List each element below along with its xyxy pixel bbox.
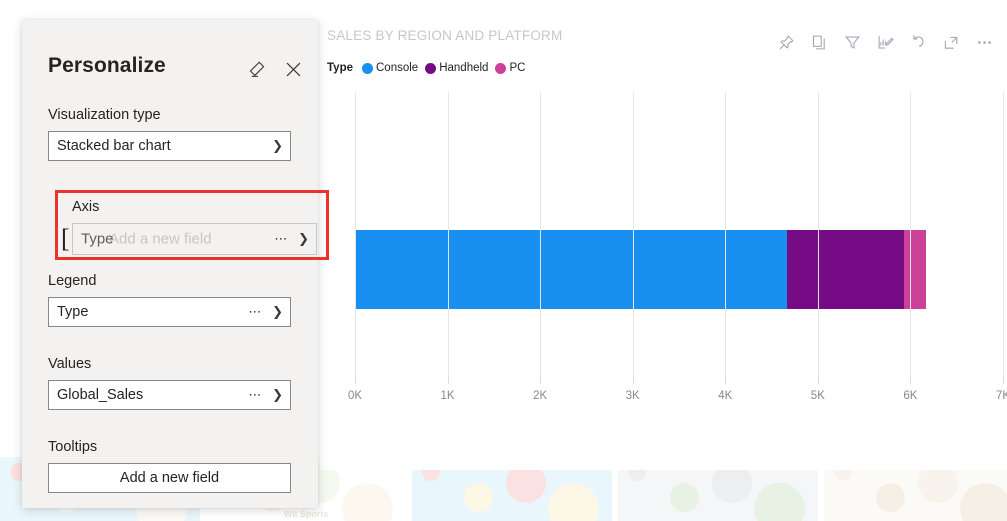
close-icon[interactable] [282, 58, 304, 80]
gridline [910, 92, 912, 378]
personalize-pane: Personalize Visualization type Stacked b… [22, 20, 329, 508]
axis-tick [817, 378, 819, 384]
axis-tick-label: 5K [810, 390, 825, 402]
axis-label: Axis [72, 199, 100, 215]
field-group-viz-type: Visualization type Stacked bar chart ❯ [48, 106, 291, 161]
thumbnail-caption: Wii Sports [283, 509, 329, 519]
bar-segment[interactable] [903, 230, 927, 309]
chart-legend: Type Console Handheld PC [327, 62, 532, 74]
axis-tick [447, 378, 449, 384]
tooltips-field-label: Tooltips [48, 439, 98, 455]
axis-drop-slot[interactable]: [ Add a new field Type ⋯ ❯ [61, 223, 317, 255]
focus-icon[interactable] [941, 32, 962, 53]
visual-title: SALES BY REGION AND PLATFORM [327, 28, 563, 43]
pane-header: Personalize [22, 20, 318, 82]
values-field-label: Values [48, 356, 92, 372]
legend-item[interactable]: Handheld [425, 62, 488, 74]
field-group-legend: Legend Type ⋯ ❯ [48, 272, 291, 327]
reset-icon[interactable] [908, 32, 929, 53]
gridline [725, 92, 727, 378]
axis-tick-label: 6K [903, 390, 918, 402]
plot-area: 0K 1K 2K 3K 4K 5K 6K 7K [348, 92, 1007, 402]
axis-placeholder: Add a new field [109, 230, 212, 248]
pin-icon[interactable] [776, 32, 797, 53]
legend-label: PC [509, 62, 526, 74]
field-group-tooltips: Tooltips Add a new field [48, 438, 291, 493]
axis-tick-label: 2K [533, 390, 548, 402]
field-group-values: Values Global_Sales ⋯ ❯ [48, 355, 291, 410]
bar-segment[interactable] [787, 230, 904, 309]
values-field-value: Global_Sales [57, 387, 144, 403]
legend-field-value: Type [57, 304, 89, 320]
axis-tick-label: 0K [347, 390, 363, 402]
viz-type-value: Stacked bar chart [57, 138, 171, 154]
tooltips-add-field-button[interactable]: Add a new field [48, 463, 291, 493]
gridline [817, 92, 819, 378]
legend-swatch [425, 62, 437, 74]
copy-icon[interactable] [809, 32, 830, 53]
axis-tick-label: 4K [718, 390, 733, 402]
field-group-axis: Axis [ Add a new field Type ⋯ ❯ [55, 190, 329, 260]
chevron-right-icon[interactable]: ❯ [272, 381, 283, 409]
gridline [540, 92, 542, 378]
filter-icon[interactable] [842, 32, 863, 53]
stacked-bar[interactable] [355, 230, 927, 309]
more-options-icon[interactable] [974, 32, 995, 53]
legend-label: Console [376, 62, 419, 74]
axis-tick-label: 3K [625, 390, 640, 402]
legend-swatch [362, 62, 373, 74]
axis-tick [632, 378, 634, 384]
legend-item[interactable]: Console [362, 62, 418, 74]
chevron-right-icon: ❯ [272, 138, 283, 153]
gridline [1003, 92, 1004, 378]
legend-field-label: Legend [48, 273, 97, 289]
values-field-box[interactable]: Global_Sales ⋯ ❯ [48, 380, 291, 410]
visual-toolbar [776, 30, 995, 54]
axis-tick [540, 378, 542, 384]
gridline [355, 92, 356, 378]
legend-title: Type [327, 62, 353, 74]
legend-field-box[interactable]: Type ⋯ ❯ [48, 297, 291, 327]
viz-type-select[interactable]: Stacked bar chart ❯ [48, 131, 291, 161]
more-options-icon[interactable]: ⋯ [248, 298, 263, 326]
axis-tick [1003, 378, 1004, 384]
report-visual: SALES BY REGION AND PLATFORM Type Consol… [320, 8, 1007, 470]
axis-tick-label: 7K [995, 390, 1007, 402]
eraser-icon[interactable] [246, 58, 268, 80]
drag-chip-type[interactable]: Type [77, 229, 118, 250]
chevron-right-icon[interactable]: ❯ [272, 298, 283, 326]
chevron-right-icon[interactable]: ❯ [298, 224, 309, 254]
more-options-icon[interactable]: ⋯ [274, 224, 289, 254]
axis-tick-label: 1K [440, 390, 455, 402]
personalize-icon[interactable] [875, 32, 896, 53]
axis-tick [910, 378, 912, 384]
more-options-icon[interactable]: ⋯ [248, 381, 263, 409]
legend-label: Handheld [439, 62, 489, 74]
gridline [447, 92, 449, 378]
gridline [632, 92, 634, 378]
page-title: Personalize [48, 54, 166, 77]
axis-tick [725, 378, 727, 384]
bar-segment[interactable] [355, 230, 788, 309]
viz-type-label: Visualization type [48, 107, 161, 123]
legend-swatch [495, 62, 507, 74]
legend-item[interactable]: PC [495, 62, 525, 74]
axis-tick [355, 378, 356, 384]
chart-plot: 0K 1K 2K 3K 4K 5K 6K 7K [335, 92, 1007, 438]
tooltips-add-field-label: Add a new field [119, 470, 220, 486]
